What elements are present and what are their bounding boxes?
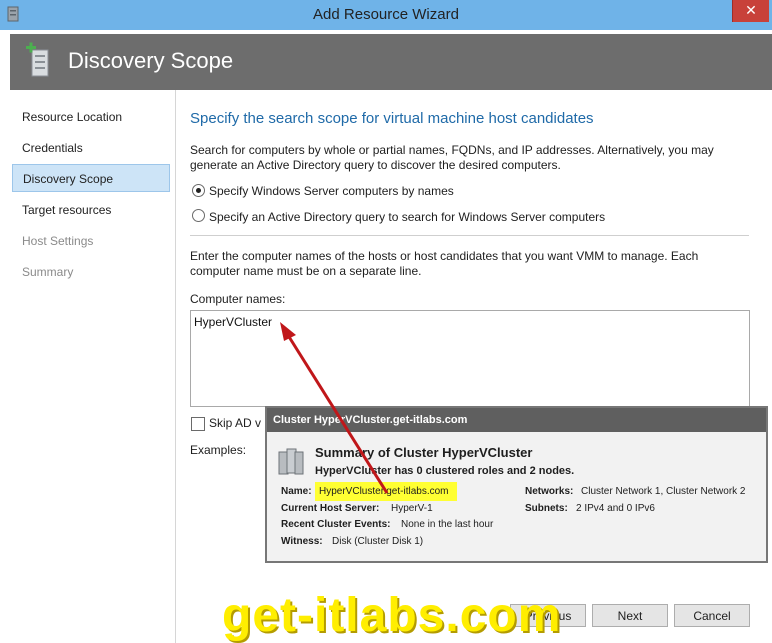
instructions-line-1: Enter the computer names of the hosts or… [190,249,699,263]
tooltip-name-label: Name: [281,486,312,497]
wizard-steps-sidebar: Resource Location Credentials Discovery … [10,90,176,643]
tooltip-summary-sub: HyperVCluster has 0 clustered roles and … [315,465,575,477]
tooltip-header: Cluster HyperVCluster.get-itlabs.com [267,408,766,432]
tooltip-host-value: HyperV-1 [391,503,433,514]
tooltip-networks-label: Networks: [525,486,574,497]
description-line-2: generate an Active Directory query to di… [190,158,561,172]
tooltip-witness-value: Disk (Cluster Disk 1) [332,536,424,547]
tooltip-name-value: HyperVCluster.get-itlabs.com [319,486,449,497]
examples-label: Examples: [190,443,247,457]
sidebar-item-credentials[interactable]: Credentials [12,134,170,162]
cluster-icon [278,448,304,475]
radio-by-names-label[interactable]: Specify Windows Server computers by name… [209,183,454,199]
next-button[interactable]: Next [592,604,668,627]
tooltip-witness-label: Witness: [281,536,323,547]
sidebar-item-target-resources[interactable]: Target resources [12,196,170,224]
radio-ad-query-label[interactable]: Specify an Active Directory query to sea… [209,209,605,225]
watermark: get-itlabs.com [222,589,562,642]
section-heading: Specify the search scope for virtual mac… [190,110,594,127]
cluster-tooltip: Cluster HyperVCluster.get-itlabs.com Sum… [265,406,768,563]
radio-ad-query[interactable] [192,209,205,222]
page-title: Discovery Scope [68,48,234,73]
server-add-icon [26,42,49,77]
tooltip-events-value: None in the last hour [401,519,494,530]
radio-by-names[interactable] [192,184,205,197]
divider [190,235,749,236]
page-header: Discovery Scope [10,34,772,90]
tooltip-events-label: Recent Cluster Events: [281,519,391,530]
close-button[interactable]: ✕ [732,0,769,22]
tooltip-networks-value: Cluster Network 1, Cluster Network 2 [581,486,746,497]
cancel-button[interactable]: Cancel [674,604,750,627]
tooltip-host-label: Current Host Server: [281,503,380,514]
computer-names-label: Computer names: [190,292,286,306]
skip-ad-label[interactable]: Skip AD v [209,415,261,431]
sidebar-item-summary: Summary [22,265,74,279]
close-icon: ✕ [745,2,757,18]
sidebar-item-host-settings: Host Settings [22,234,94,248]
instructions-line-2: computer name must be on a separate line… [190,264,422,278]
tooltip-subnets-label: Subnets: [525,503,568,514]
tooltip-subnets-value: 2 IPv4 and 0 IPv6 [576,503,655,514]
tooltip-summary-title: Summary of Cluster HyperVCluster [315,445,533,460]
sidebar-item-discovery-scope[interactable]: Discovery Scope [12,164,170,192]
window-title: Add Resource Wizard [313,6,459,23]
computer-names-value: HyperVCluster [194,315,273,329]
description-line-1: Search for computers by whole or partial… [190,143,714,157]
sidebar-item-resource-location[interactable]: Resource Location [12,103,170,131]
skip-ad-checkbox[interactable] [191,417,205,431]
computer-names-input[interactable]: HyperVCluster [190,310,750,407]
title-bar: Add Resource Wizard ✕ [0,0,772,30]
